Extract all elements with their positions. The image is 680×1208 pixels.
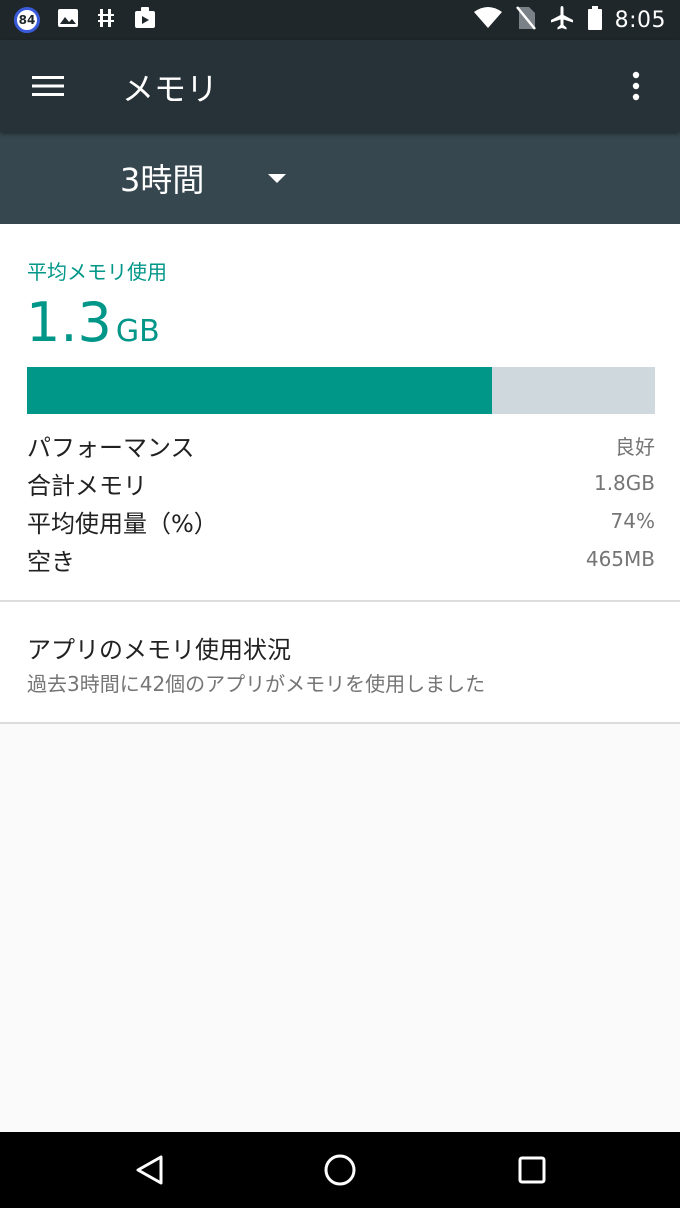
stat-label: 平均使用量（%）: [27, 509, 218, 538]
time-range-value: 3時間: [120, 161, 205, 199]
stat-row-free: 空き 465MB: [27, 540, 655, 578]
hamburger-menu-icon: [32, 76, 64, 96]
stat-label: パフォーマンス: [27, 433, 195, 462]
app-memory-usage-title: アプリのメモリ使用状況: [27, 636, 291, 664]
app-bar: メモリ: [0, 40, 680, 132]
clipboard-play-icon: [132, 5, 158, 35]
airplane-icon: [549, 5, 575, 35]
no-sim-icon: [515, 5, 537, 35]
home-button[interactable]: [316, 1146, 364, 1194]
status-bar: 84 8:05: [0, 0, 680, 40]
average-memory-label: 平均メモリ使用: [27, 260, 167, 284]
wifi-icon: [473, 6, 503, 34]
average-memory-number: 1.3: [26, 291, 112, 354]
memory-usage-bar: [27, 367, 655, 414]
section-divider: [0, 722, 680, 724]
time-range-dropdown[interactable]: 3時間: [120, 154, 287, 202]
average-memory-unit: GB: [115, 314, 160, 349]
page-title: メモリ: [122, 70, 219, 108]
system-icons: 8:05: [473, 5, 666, 35]
memory-usage-fill: [27, 367, 492, 414]
notification-icons: 84: [14, 5, 158, 35]
status-time: 8:05: [614, 7, 666, 33]
back-button[interactable]: [126, 1146, 174, 1194]
app-memory-usage-summary: 過去3時間に42個のアプリがメモリを使用しました: [27, 672, 486, 696]
image-icon: [56, 6, 80, 34]
memory-summary: 平均メモリ使用 1.3 GB パフォーマンス 良好 合計メモリ 1.8GB 平均…: [0, 224, 680, 600]
back-triangle-icon: [136, 1155, 163, 1185]
stat-row-total-memory: 合計メモリ 1.8GB: [27, 464, 655, 502]
stat-row-average-usage: 平均使用量（%） 74%: [27, 502, 655, 540]
stat-value: 465MB: [585, 547, 655, 571]
average-memory-value: 1.3 GB: [26, 290, 160, 356]
memory-stats: パフォーマンス 良好 合計メモリ 1.8GB 平均使用量（%） 74% 空き 4…: [27, 426, 655, 578]
stat-label: 合計メモリ: [27, 471, 147, 500]
stat-row-performance: パフォーマンス 良好: [27, 426, 655, 464]
stat-label: 空き: [27, 547, 75, 576]
more-vertical-icon: [632, 71, 640, 101]
battery-icon: [587, 5, 603, 35]
stat-value: 良好: [615, 434, 655, 459]
home-circle-icon: [324, 1154, 356, 1186]
usb-debug-icon: [96, 6, 116, 34]
recents-button[interactable]: [508, 1146, 556, 1194]
dropdown-arrow-icon: [268, 173, 287, 183]
app-memory-usage-item[interactable]: アプリのメモリ使用状況 過去3時間に42個のアプリがメモリを使用しました: [0, 602, 680, 722]
recents-square-icon: [518, 1156, 546, 1184]
navigation-menu-button[interactable]: [24, 62, 72, 110]
system-navigation-bar: [0, 1132, 680, 1208]
overflow-menu-button[interactable]: [612, 62, 660, 110]
stat-value: 1.8GB: [593, 471, 655, 495]
stat-value: 74%: [610, 509, 655, 533]
time-range-bar: 3時間: [0, 132, 680, 224]
notification-count-badge: 84: [14, 7, 40, 33]
